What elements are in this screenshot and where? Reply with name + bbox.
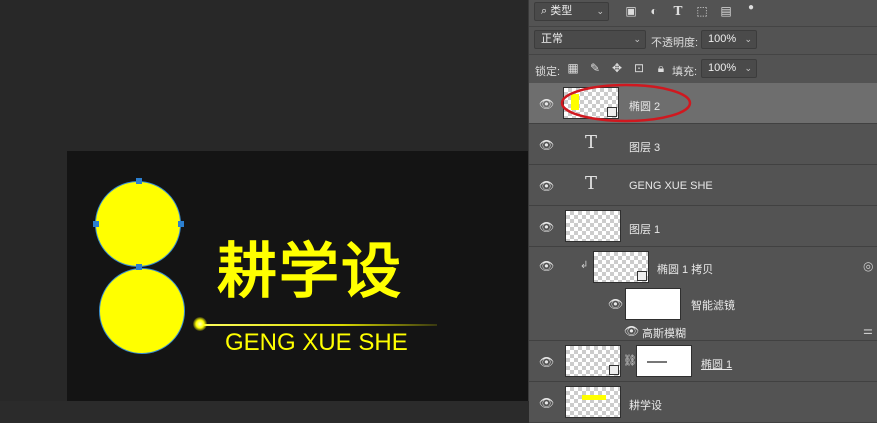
- layer-name: 图层 3: [629, 142, 661, 154]
- lock-label: 锁定:: [535, 66, 561, 78]
- lock-all-icon[interactable]: 🔒︎: [653, 60, 669, 76]
- transform-handle-bottom[interactable]: [136, 264, 142, 270]
- visibility-eye-icon[interactable]: 👁︎: [539, 259, 555, 273]
- layer-name: 椭圆 1 拷贝: [657, 264, 714, 276]
- type-layer-icon: T: [585, 173, 598, 194]
- visibility-eye-icon[interactable]: 👁︎: [539, 220, 555, 234]
- filter-eye-icon[interactable]: 👁︎: [624, 324, 640, 338]
- layer-row[interactable]: 👁︎ 图层 1: [529, 206, 877, 247]
- opacity-value: 100%: [708, 33, 737, 45]
- chevron-down-icon: ⌄: [596, 6, 604, 16]
- layers-panel: ⌕ 类型 ⌄ ▣ ◐ T ⬚ ▤ ● 正常 ⌄ 不透明度: 100% ⌄ 锁定:…: [528, 0, 877, 423]
- transform-handle-right[interactable]: [178, 221, 184, 227]
- type-layer-icon: T: [585, 132, 598, 153]
- visibility-eye-icon[interactable]: 👁︎: [539, 396, 555, 410]
- logo-english-text: GENG XUE SHE: [225, 329, 408, 356]
- layer-row[interactable]: 👁︎ 耕学设: [529, 382, 877, 423]
- layer-row[interactable]: 👁︎ T 图层 3: [529, 124, 877, 165]
- layer-mask-thumbnail: [636, 345, 692, 377]
- layer-thumbnail: [565, 210, 621, 242]
- chevron-down-icon: ⌄: [633, 34, 641, 44]
- artboard[interactable]: 耕学设 GENG XUE SHE: [67, 151, 528, 401]
- lock-transparency-icon[interactable]: ▦: [565, 60, 581, 76]
- glow-dot: [193, 317, 207, 331]
- text-thumb-shape: [582, 395, 606, 400]
- visibility-eye-icon[interactable]: 👁︎: [539, 138, 555, 152]
- filter-shape-icon[interactable]: ⬚: [694, 3, 710, 19]
- search-icon: ⌕: [541, 5, 548, 17]
- transform-handle-top[interactable]: [136, 178, 142, 184]
- filter-options-icon[interactable]: ⚌: [863, 324, 873, 337]
- blend-mode-value: 正常: [541, 33, 563, 45]
- lock-paint-icon[interactable]: ✎: [587, 60, 603, 76]
- layer-thumbnail: [565, 345, 621, 377]
- visibility-eye-icon[interactable]: 👁︎: [539, 179, 555, 193]
- filter-type-icon[interactable]: T: [670, 3, 686, 19]
- shape-badge-icon: [609, 365, 619, 375]
- layer-row[interactable]: 👁︎ T GENG XUE SHE: [529, 165, 877, 206]
- layer-filter-row: ⌕ 类型 ⌄ ▣ ◐ T ⬚ ▤ ●: [529, 0, 877, 24]
- layer-name: 椭圆 1: [701, 359, 733, 371]
- visibility-eye-icon[interactable]: 👁︎: [539, 97, 555, 111]
- fill-field[interactable]: 100% ⌄: [701, 59, 757, 78]
- layer-thumbnail: [565, 386, 621, 418]
- layer-name: GENG XUE SHE: [629, 180, 713, 192]
- annotation-ellipse: [560, 83, 692, 123]
- clip-arrow-icon: ↲: [580, 260, 589, 271]
- lock-position-icon[interactable]: ✥: [609, 60, 625, 76]
- mask-stroke: [647, 361, 667, 363]
- blend-row: 正常 ⌄ 不透明度: 100% ⌄: [529, 26, 877, 53]
- smart-filter-toggle-icon[interactable]: ◎: [863, 259, 873, 273]
- filter-smart-object-icon[interactable]: ▤: [718, 3, 734, 19]
- chevron-down-icon: ⌄: [744, 63, 752, 73]
- layer-row[interactable]: 👁︎ ⛓︎ 椭圆 1: [529, 341, 877, 382]
- filter-kind-label: 类型: [550, 5, 573, 17]
- filter-name: 高斯模糊: [642, 328, 686, 340]
- link-icon: ⛓︎: [623, 355, 637, 367]
- blend-mode-dropdown[interactable]: 正常 ⌄: [534, 30, 646, 49]
- layer-thumbnail: [593, 251, 649, 283]
- logo-circle-top[interactable]: [95, 181, 181, 267]
- opacity-label: 不透明度:: [651, 37, 699, 49]
- document-canvas[interactable]: 耕学设 GENG XUE SHE: [0, 0, 528, 401]
- smart-object-layer-group[interactable]: 👁︎ ↲ 椭圆 1 拷贝 ◎ 👁︎ 智能滤镜 👁︎ 高斯模糊 ⚌: [529, 247, 877, 341]
- smart-filter-label: 智能滤镜: [691, 300, 735, 312]
- filter-kind-dropdown[interactable]: ⌕ 类型 ⌄: [534, 2, 609, 21]
- glow-line: [199, 324, 437, 326]
- transform-handle-left[interactable]: [93, 221, 99, 227]
- filter-toggle-icon[interactable]: ●: [743, 0, 759, 16]
- chevron-down-icon: ⌄: [744, 34, 752, 44]
- smart-filter-eye-icon[interactable]: 👁︎: [608, 297, 624, 311]
- lock-artboard-icon[interactable]: ⊡: [631, 60, 647, 76]
- logo-circle-bottom[interactable]: [99, 268, 185, 354]
- logo-chinese-text: 耕学设: [217, 237, 403, 307]
- visibility-eye-icon[interactable]: 👁︎: [539, 355, 555, 369]
- filter-pixel-icon[interactable]: ▣: [623, 3, 639, 19]
- opacity-field[interactable]: 100% ⌄: [701, 30, 757, 49]
- layer-name: 图层 1: [629, 224, 661, 236]
- layer-name: 耕学设: [629, 400, 662, 412]
- fill-label: 填充:: [672, 66, 698, 78]
- lock-row: 锁定: ▦ ✎ ✥ ⊡ 🔒︎ 填充: 100% ⌄: [529, 54, 877, 83]
- filter-adjustment-icon[interactable]: ◐: [646, 3, 662, 19]
- fill-value: 100%: [708, 62, 737, 74]
- smart-object-badge-icon: [637, 271, 647, 281]
- smart-filter-mask-thumbnail: [625, 288, 681, 320]
